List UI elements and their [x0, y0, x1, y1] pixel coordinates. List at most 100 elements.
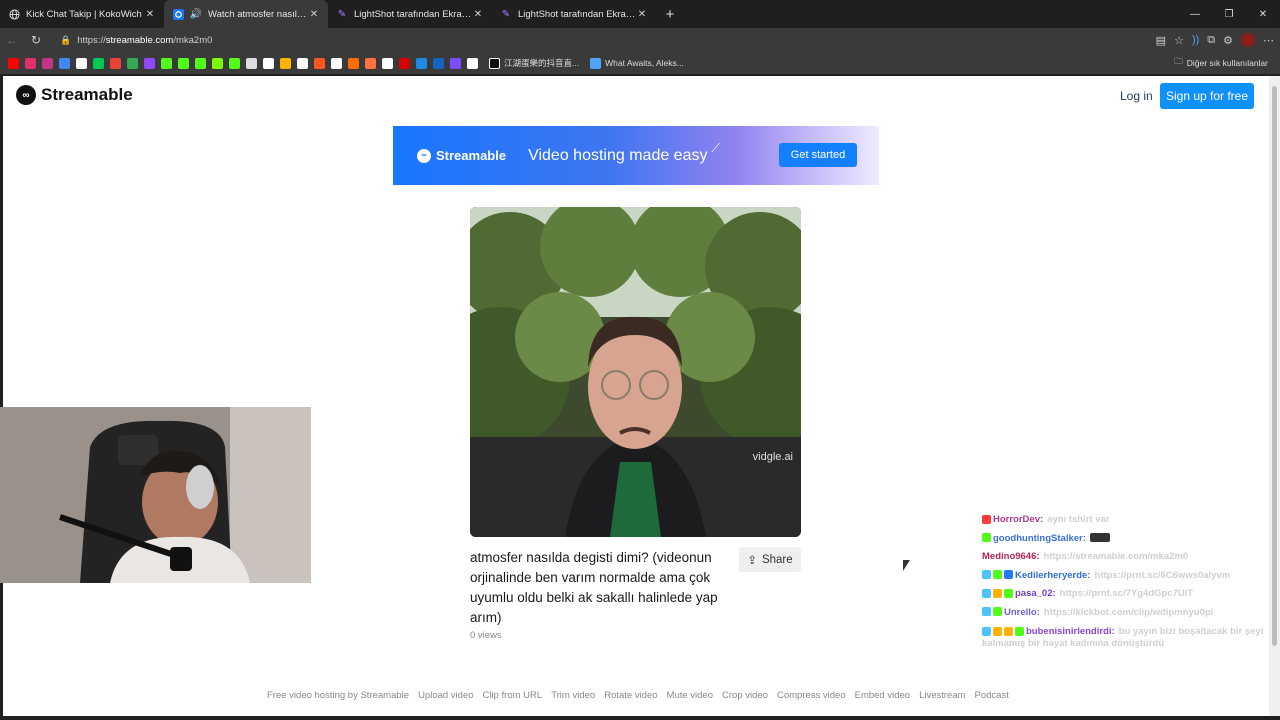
video-player[interactable]: vidgle.ai	[470, 207, 801, 537]
chat-username: pasa_02:	[1015, 588, 1056, 599]
webcam-frame	[0, 407, 311, 583]
video-title: atmosfer nasılda degisti dimi? (videonun…	[470, 550, 718, 625]
close-window-icon[interactable]: ✕	[1246, 0, 1280, 28]
chat-username: bubenisinirlendirdi:	[1026, 626, 1115, 637]
bookmark-icon[interactable]	[93, 57, 104, 69]
close-icon[interactable]: ✕	[308, 9, 320, 20]
banner-logo-text: Streamable	[436, 148, 507, 163]
badge-icon	[1004, 570, 1013, 580]
footer-link[interactable]: Free video hosting by Streamable	[267, 690, 409, 701]
close-icon[interactable]: ✕	[636, 9, 648, 20]
feather-icon: ✎	[501, 8, 511, 20]
tab-kick-chat[interactable]: Kick Chat Takip | KokoWich ✕	[0, 0, 164, 28]
badge-icon	[982, 626, 991, 636]
bookmark-label: 江湖蛋樂的抖音直...	[504, 58, 580, 68]
window-controls: — ❐ ✕	[1178, 0, 1280, 28]
banner-tagline: Video hosting made easy	[528, 146, 708, 164]
lock-icon[interactable]: 🔒	[60, 35, 71, 46]
footer-link[interactable]: Upload video	[418, 690, 473, 701]
close-icon[interactable]: ✕	[144, 9, 156, 20]
reload-icon[interactable]: ↻	[24, 33, 48, 47]
bookmark-label: What Awaits, Aleks...	[605, 58, 684, 68]
tab-lightshot-1[interactable]: ✎ LightShot tarafından Ekran Görüntüsü ✕	[328, 0, 492, 28]
bookmark-icon[interactable]	[59, 57, 70, 69]
bookmark-icon[interactable]	[399, 57, 410, 69]
menu-icon[interactable]: ⋯	[1263, 34, 1274, 47]
bookmark-icon[interactable]	[8, 57, 19, 69]
bookmark-icon[interactable]	[212, 57, 223, 69]
footer-link[interactable]: Trim video	[551, 690, 595, 701]
badge-icon	[993, 607, 1002, 617]
mouse-cursor	[903, 560, 910, 571]
reader-icon[interactable]: ▤	[1156, 34, 1166, 47]
maximize-icon[interactable]: ❐	[1212, 0, 1246, 28]
tab-title: LightShot tarafından Ekran Görüntüsü	[354, 8, 472, 20]
bookmark-icon[interactable]	[110, 57, 121, 69]
footer-link[interactable]: Livestream	[919, 690, 965, 701]
footer-link[interactable]: Rotate video	[604, 690, 657, 701]
bookmark-icon[interactable]	[263, 57, 274, 69]
bookmark-icon[interactable]	[229, 57, 240, 69]
star-icon[interactable]: ☆	[1174, 34, 1184, 47]
bookmark-icon[interactable]	[178, 57, 189, 69]
footer-link[interactable]: Crop video	[722, 690, 768, 701]
bookmark-icon[interactable]	[314, 57, 325, 69]
bookmark-icon[interactable]	[144, 57, 155, 69]
bookmark-icon[interactable]	[365, 57, 376, 69]
tab-title: Watch atmosfer nasılda degisti dimi? (vi…	[208, 8, 308, 20]
get-started-button[interactable]: Get started	[779, 143, 857, 167]
bookmark-icon[interactable]	[42, 57, 53, 69]
streamable-logo[interactable]: ∞ Streamable	[16, 85, 133, 105]
chat-overlay: HorrorDev: aynı tshirt var goodhuntingSta…	[982, 511, 1278, 650]
other-favorites-folder[interactable]: 🗀 Diğer sık kullanılanlar	[1174, 56, 1268, 70]
bookmark-icon[interactable]	[195, 57, 206, 69]
bookmark-douyin[interactable]: 江湖蛋樂的抖音直...	[489, 57, 579, 69]
speaker-icon[interactable]: 🔊	[190, 8, 202, 20]
badge-icon	[1004, 588, 1013, 598]
bookmark-icon[interactable]	[246, 57, 257, 69]
profile-avatar[interactable]	[1241, 33, 1255, 47]
logo-text: Streamable	[41, 85, 133, 104]
bookmark-icon[interactable]	[297, 57, 308, 69]
badge-icon	[982, 607, 991, 617]
badge-icon	[993, 570, 1002, 580]
close-icon[interactable]: ✕	[472, 9, 484, 20]
footer-link[interactable]: Compress video	[777, 690, 846, 701]
settings-icon[interactable]: ⚙	[1223, 34, 1233, 47]
bookmarks-bar: 江湖蛋樂的抖音直... What Awaits, Aleks... 🗀 Diğer…	[0, 52, 1280, 74]
bookmark-icon[interactable]	[25, 57, 36, 69]
bookmark-icon[interactable]	[331, 57, 342, 69]
chat-username: Kedilerheryerde:	[1015, 569, 1091, 581]
footer-link[interactable]: Mute video	[667, 690, 713, 701]
badge-icon	[993, 626, 1002, 636]
bookmark-icon[interactable]	[382, 57, 393, 69]
bookmark-icon[interactable]	[280, 57, 291, 69]
ad-banner[interactable]: ∞ Streamable Video hosting made easy ⟋ G…	[393, 126, 879, 185]
tab-lightshot-2[interactable]: ✎ LightShot tarafından Ekran Görüntüsü ✕	[492, 0, 656, 28]
footer-link[interactable]: Embed video	[855, 690, 910, 701]
signup-button[interactable]: Sign up for free	[1160, 83, 1254, 109]
bookmark-icon[interactable]	[76, 57, 87, 69]
bookmark-icon[interactable]	[450, 57, 461, 69]
bookmark-icons	[8, 57, 478, 69]
bookmark-icon[interactable]	[416, 57, 427, 69]
share-button[interactable]: ⇪ Share	[739, 547, 801, 572]
login-link[interactable]: Log in	[1120, 89, 1153, 103]
bookmark-icon[interactable]	[348, 57, 359, 69]
bookmark-icon[interactable]	[161, 57, 172, 69]
chat-username: HorrorDev:	[993, 514, 1044, 525]
bookmark-icon[interactable]	[127, 57, 138, 69]
new-tab-button[interactable]: +	[656, 0, 684, 28]
bookmark-aleks[interactable]: What Awaits, Aleks...	[590, 57, 684, 69]
bookmark-icon[interactable]	[433, 57, 444, 69]
back-icon[interactable]: ←	[0, 33, 24, 47]
extensions-icon[interactable]: ⧉	[1207, 34, 1215, 47]
tab-streamable[interactable]: 🔊 Watch atmosfer nasılda degisti dimi? (…	[164, 0, 328, 28]
bookmark-icon[interactable]	[467, 57, 478, 69]
footer-link[interactable]: Podcast	[975, 690, 1009, 701]
address-bar[interactable]: 🔒 https://streamable.com/mka2m0	[52, 30, 1152, 50]
minimize-icon[interactable]: —	[1178, 0, 1212, 28]
read-aloud-icon[interactable]: ))	[1192, 34, 1199, 46]
footer-link[interactable]: Clip from URL	[483, 690, 543, 701]
bookmark-icon	[590, 57, 602, 69]
